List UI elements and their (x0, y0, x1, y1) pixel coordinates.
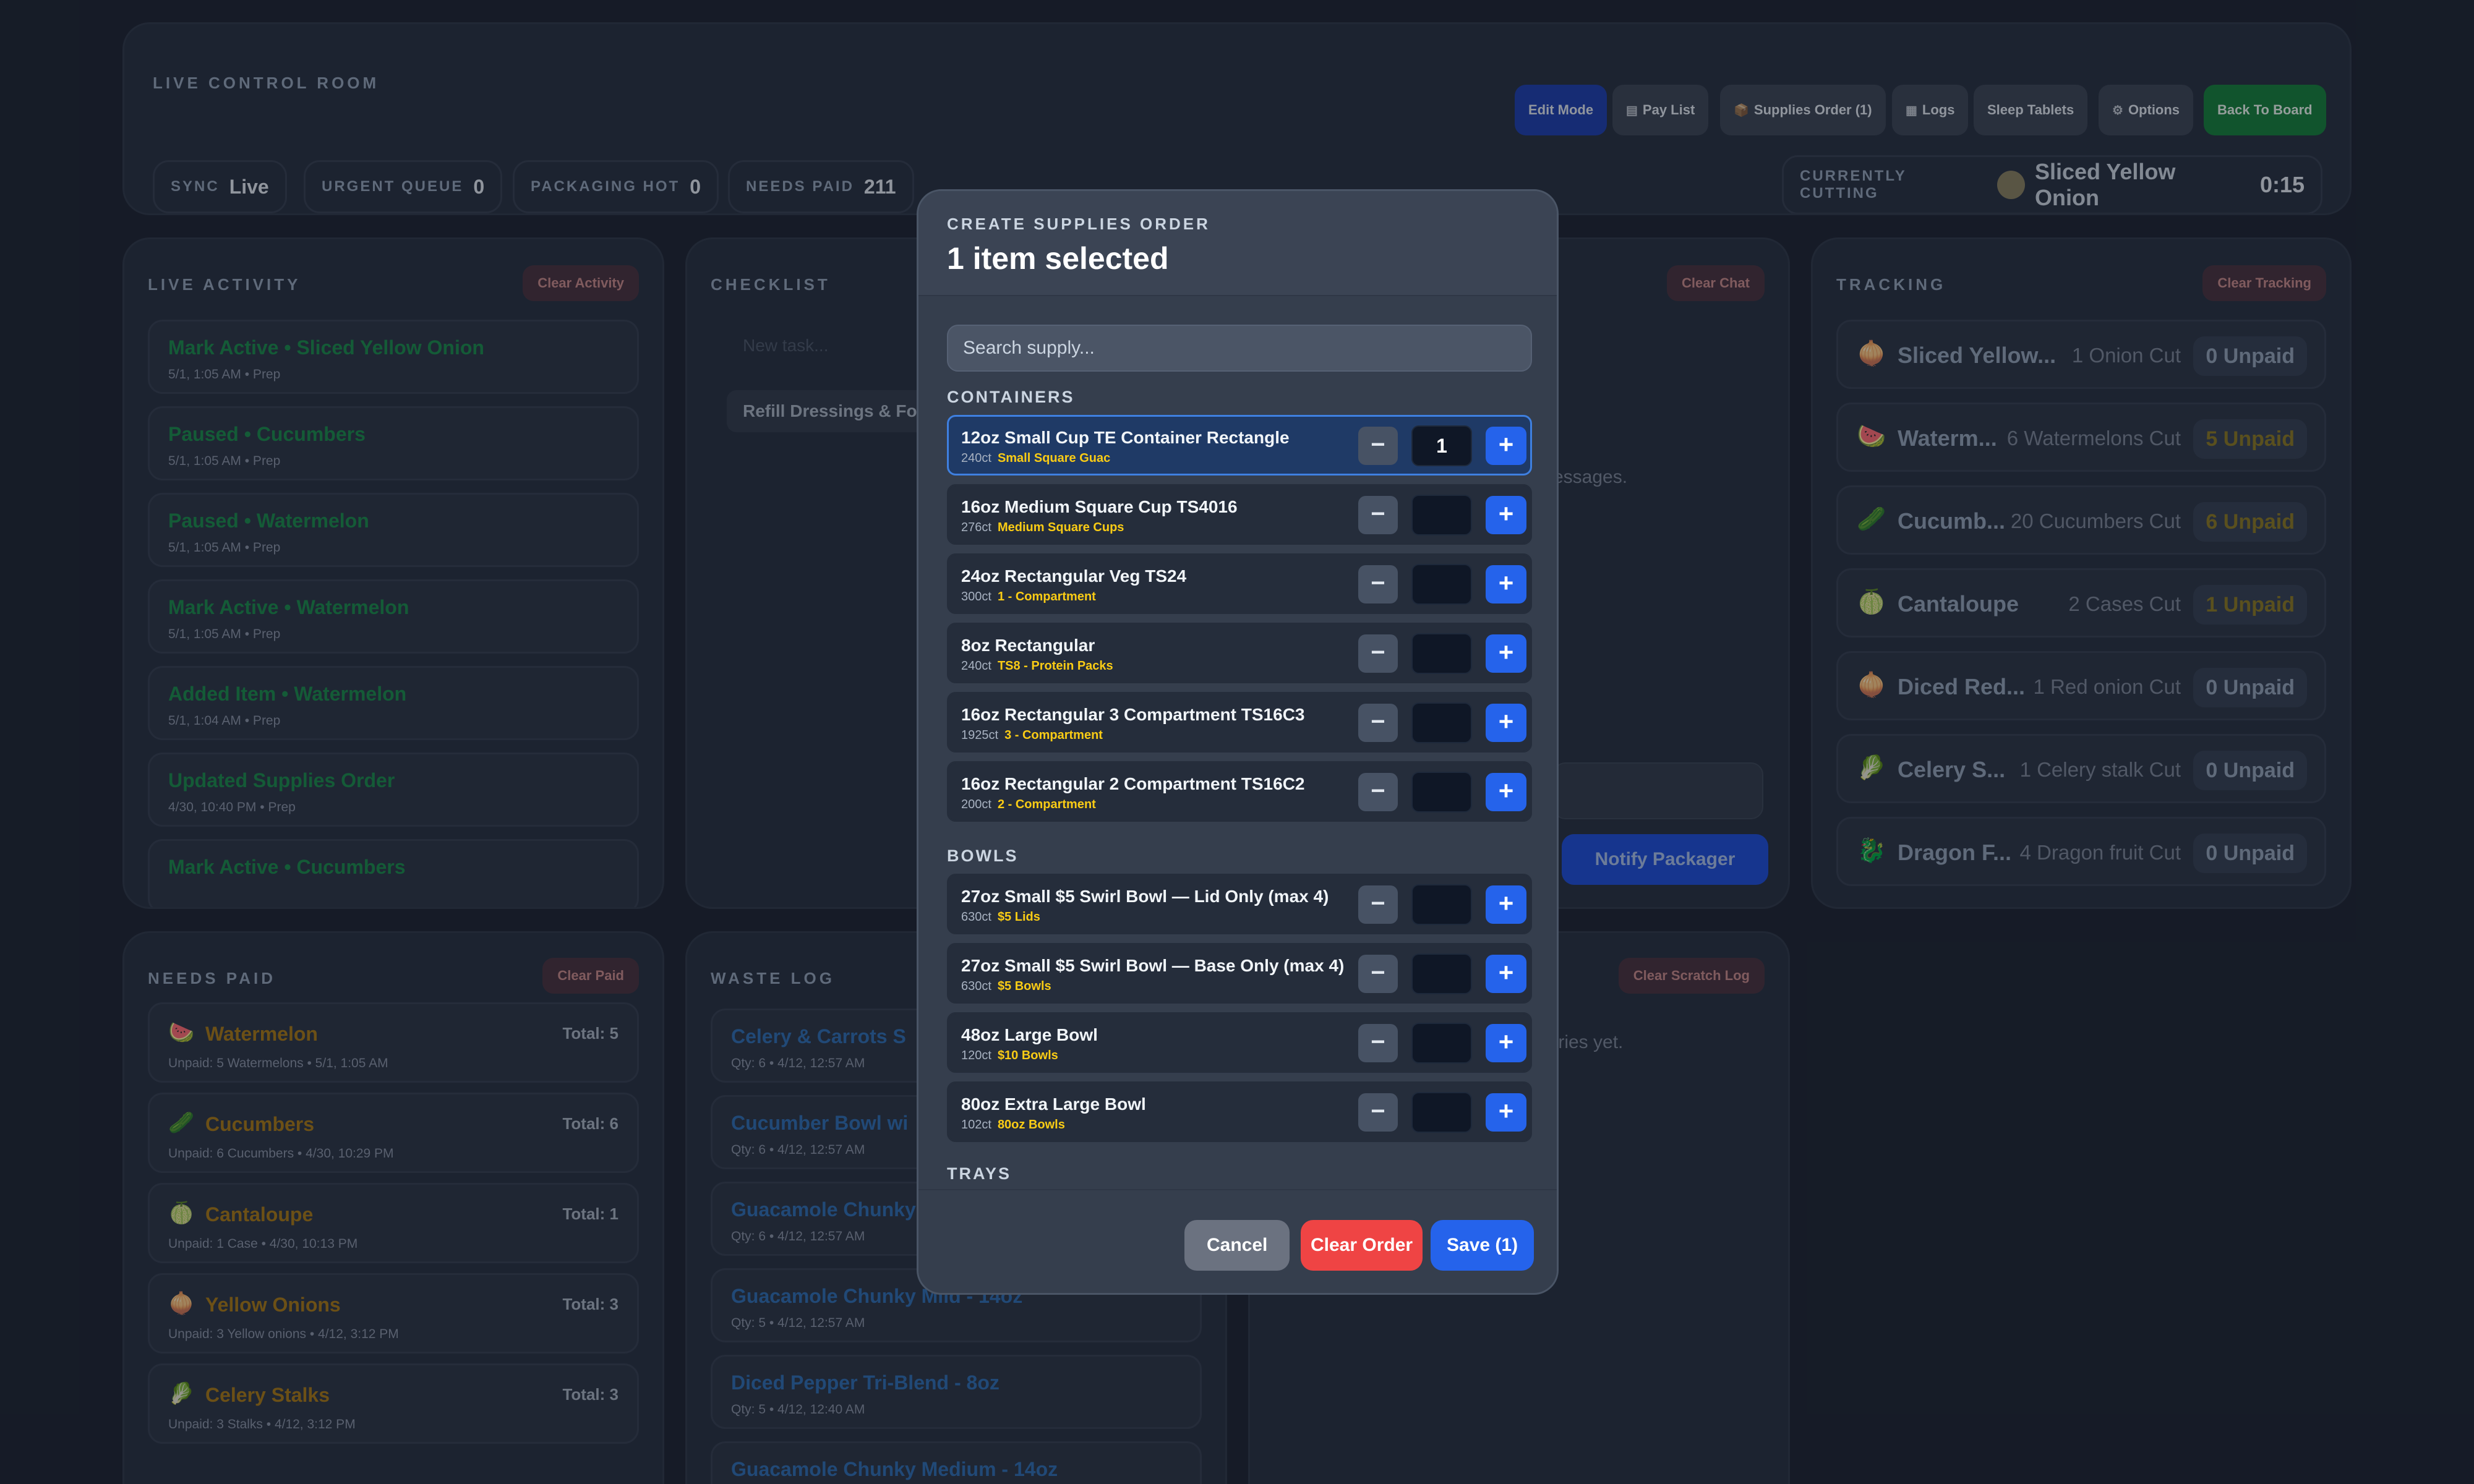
quantity-input[interactable]: 1 (1411, 425, 1472, 466)
quantity-input[interactable] (1411, 633, 1472, 674)
quantity-input[interactable] (1411, 1023, 1472, 1064)
save-button[interactable]: Save (1) (1431, 1220, 1534, 1271)
decrement-button[interactable]: − (1358, 1093, 1398, 1132)
section-trays: TRAYS (947, 1164, 1012, 1183)
modal-kicker: CREATE SUPPLIES ORDER (947, 215, 1210, 233)
supply-row[interactable]: 12oz Small Cup TE Container Rectangle 24… (947, 415, 1532, 475)
decrement-button[interactable]: − (1358, 427, 1398, 465)
increment-button[interactable]: + (1486, 1093, 1526, 1132)
supply-search-input[interactable] (947, 325, 1532, 372)
supply-row[interactable]: 27oz Small $5 Swirl Bowl — Lid Only (max… (947, 874, 1532, 934)
quantity-input[interactable] (1411, 495, 1472, 535)
decrement-button[interactable]: − (1358, 704, 1398, 742)
supplies-order-modal: CREATE SUPPLIES ORDER 1 item selected CO… (917, 189, 1559, 1295)
increment-button[interactable]: + (1486, 1024, 1526, 1062)
decrement-button[interactable]: − (1358, 496, 1398, 534)
increment-button[interactable]: + (1486, 496, 1526, 534)
supply-row[interactable]: 48oz Large Bowl 120ct $10 Bowls − + (947, 1012, 1532, 1073)
supply-row[interactable]: 16oz Medium Square Cup TS4016 276ct Mediu… (947, 484, 1532, 545)
increment-button[interactable]: + (1486, 427, 1526, 465)
quantity-input[interactable] (1411, 564, 1472, 605)
increment-button[interactable]: + (1486, 885, 1526, 924)
decrement-button[interactable]: − (1358, 773, 1398, 811)
decrement-button[interactable]: − (1358, 955, 1398, 993)
supply-row[interactable]: 8oz Rectangular 240ct TS8 - Protein Packs… (947, 623, 1532, 683)
section-containers: CONTAINERS (947, 388, 1075, 406)
increment-button[interactable]: + (1486, 634, 1526, 673)
increment-button[interactable]: + (1486, 565, 1526, 603)
decrement-button[interactable]: − (1358, 565, 1398, 603)
decrement-button[interactable]: − (1358, 885, 1398, 924)
modal-header: CREATE SUPPLIES ORDER 1 item selected (918, 191, 1557, 296)
modal-title: 1 item selected (947, 241, 1169, 276)
quantity-input[interactable] (1411, 1092, 1472, 1133)
supply-row[interactable]: 24oz Rectangular Veg TS24 300ct 1 - Compa… (947, 553, 1532, 614)
decrement-button[interactable]: − (1358, 1024, 1398, 1062)
supply-row[interactable]: 16oz Rectangular 3 Compartment TS16C3 19… (947, 692, 1532, 753)
supply-row[interactable]: 80oz Extra Large Bowl 102ct 80oz Bowls − … (947, 1081, 1532, 1142)
quantity-input[interactable] (1411, 884, 1472, 925)
decrement-button[interactable]: − (1358, 634, 1398, 673)
increment-button[interactable]: + (1486, 704, 1526, 742)
clear-order-button[interactable]: Clear Order (1301, 1220, 1423, 1271)
cancel-button[interactable]: Cancel (1184, 1220, 1290, 1271)
increment-button[interactable]: + (1486, 773, 1526, 811)
quantity-input[interactable] (1411, 702, 1472, 743)
supply-row[interactable]: 27oz Small $5 Swirl Bowl — Base Only (ma… (947, 943, 1532, 1004)
supply-row[interactable]: 16oz Rectangular 2 Compartment TS16C2 20… (947, 761, 1532, 822)
modal-footer: Cancel Clear Order Save (1) (918, 1189, 1557, 1293)
quantity-input[interactable] (1411, 953, 1472, 994)
quantity-input[interactable] (1411, 772, 1472, 812)
increment-button[interactable]: + (1486, 955, 1526, 993)
section-bowls: BOWLS (947, 846, 1019, 865)
